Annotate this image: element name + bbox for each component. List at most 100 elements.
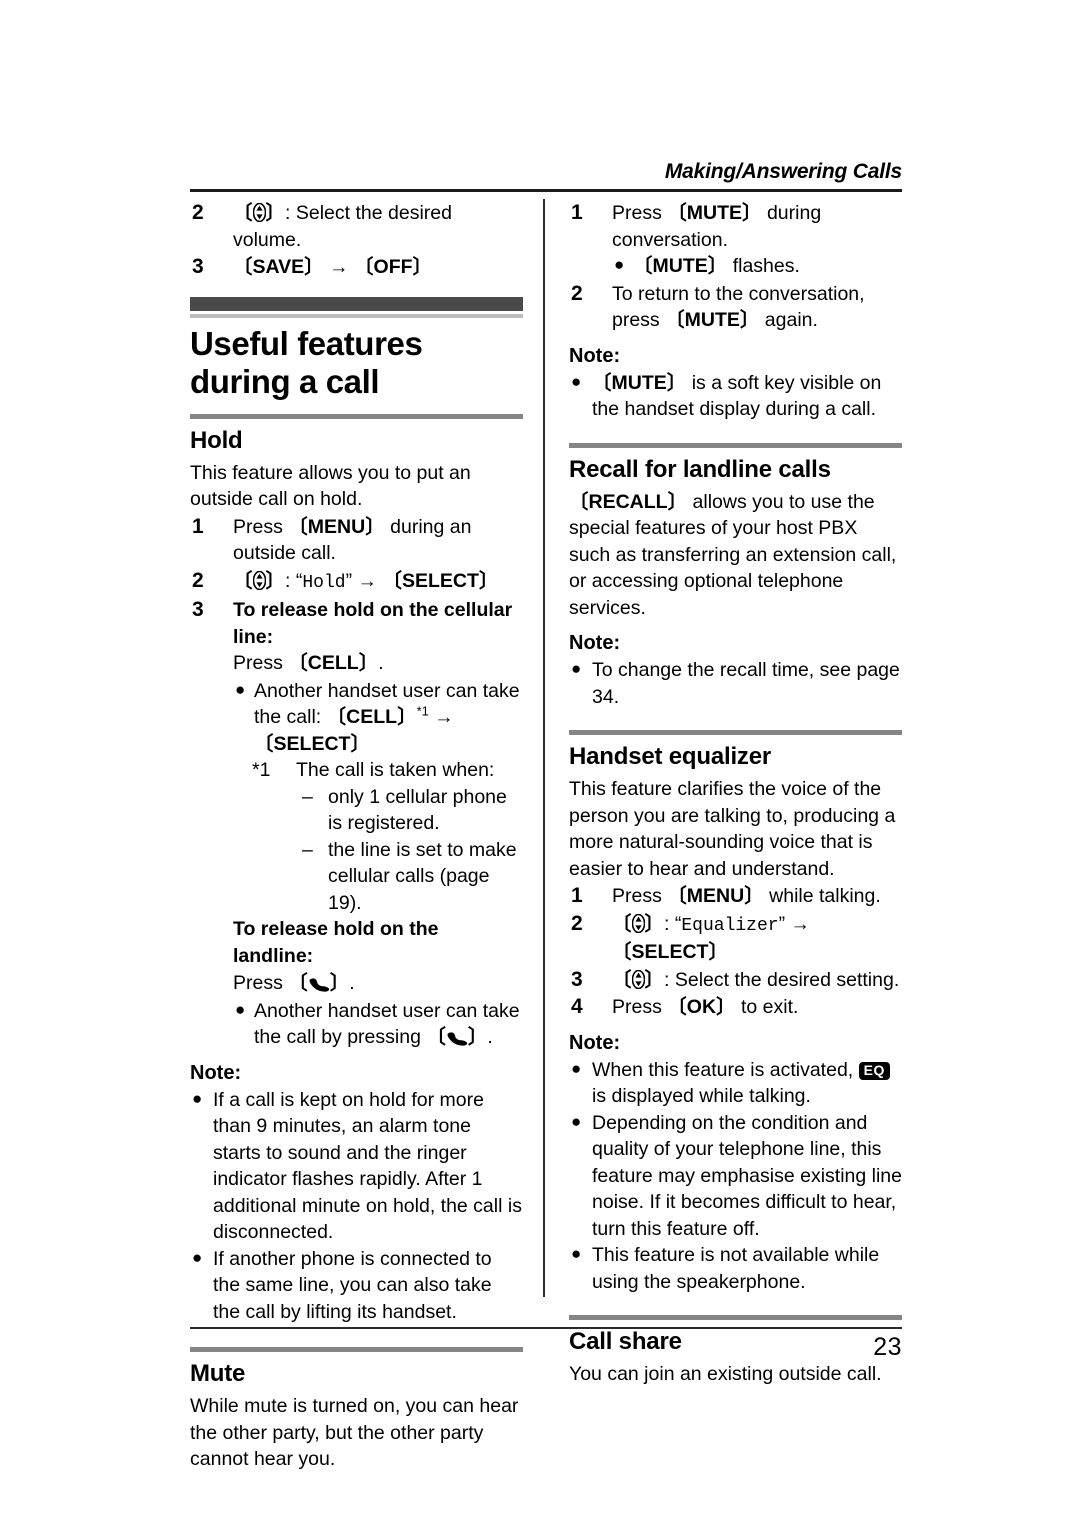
footnote-item-text: the line is set to make cellular calls (… <box>328 838 517 914</box>
mute-step-1: 1 Press 〔MUTE〕 during conversation. <box>569 200 902 253</box>
hold-landline-heading: To release hold on the landline: <box>233 918 439 967</box>
step-text-post: while talking. <box>763 885 881 907</box>
arrow-glyph: → <box>357 569 378 592</box>
talk-key-icon: 〔〕 <box>426 1026 488 1048</box>
mute-step1-bullet: ● 〔MUTE〕 flashes. <box>569 253 902 280</box>
mute-body: While mute is turned on, you can hear th… <box>190 1395 519 1470</box>
step-text-pre: Press <box>612 996 668 1018</box>
bullet-icon: ● <box>571 659 582 678</box>
hold-step-2: 2 〔〕: “Hold” → 〔SELECT〕 <box>192 568 499 593</box>
hold-step3-press-cell: Press 〔CELL〕. <box>190 650 523 677</box>
step-save-off: 3 〔SAVE〕 → 〔OFF〕 <box>190 254 523 281</box>
mute-step-2: 2 To return to the conversation, press 〔… <box>569 281 902 334</box>
hold-step3-heading: To release hold on the cellular line: <box>233 599 513 648</box>
note-text: If a call is kept on hold for more than … <box>213 1088 522 1244</box>
page-body: 2 〔〕: Select the desired volume. 3 〔SAVE… <box>190 199 902 1470</box>
menu-item-hold: Hold <box>302 572 346 593</box>
recall-note-label: Note: <box>569 632 621 654</box>
bullet-period: . <box>487 1026 493 1048</box>
key-mute: 〔MUTE〕 <box>592 371 687 394</box>
press-period: . <box>349 972 355 994</box>
step-text: : Select the desired setting. <box>664 968 900 991</box>
hold-step3-bullet: ● Another handset user can take the call… <box>190 678 523 758</box>
footnote-item: – only 1 cellular phone is registered. <box>302 784 523 837</box>
press-label: Press <box>233 652 289 674</box>
equalizer-note-item: ● This feature is not available while us… <box>569 1242 902 1295</box>
footnote-item-text: only 1 cellular phone is registered. <box>328 785 507 835</box>
bullet-text: flashes. <box>727 255 800 277</box>
hold-landline-bullet: ● Another handset user can take the call… <box>190 998 523 1051</box>
mute-note-label: Note: <box>569 344 621 367</box>
equalizer-intro: This feature clarifies the voice of the … <box>569 778 896 880</box>
footer-rule <box>190 1327 902 1329</box>
step-number: 4 <box>571 995 583 1018</box>
step-number: 1 <box>571 201 583 224</box>
left-column: 2 〔〕: Select the desired volume. 3 〔SAVE… <box>190 199 523 1474</box>
bullet-icon: ● <box>192 1088 203 1108</box>
key-select: 〔SELECT〕 <box>254 732 370 755</box>
hold-step-1: 1 Press 〔MENU〕 during an outside call. <box>190 514 523 567</box>
section-rule-recall <box>569 442 902 448</box>
bullet-icon: ● <box>192 1247 203 1267</box>
bullet-icon: ● <box>235 679 246 699</box>
column-divider <box>543 199 545 1297</box>
key-mute: 〔MUTE〕 <box>633 255 728 277</box>
hold-landline-press: Press 〔〕. <box>190 970 523 997</box>
section-title-hold: Hold <box>190 426 243 454</box>
dash-icon: – <box>302 785 313 808</box>
note-text: This feature is not available while usin… <box>592 1244 880 1293</box>
footnote-text: The call is taken when: <box>296 759 495 781</box>
note-text: To change the recall time, see page 34. <box>592 659 900 708</box>
press-period: . <box>378 652 384 674</box>
hold-intro: This feature allows you to put an outsid… <box>190 461 471 511</box>
chapter-bar-underline <box>190 313 523 318</box>
call-share-body: You can join an existing outside call. <box>569 1363 882 1385</box>
bullet-icon: ● <box>571 1244 582 1263</box>
arrow-glyph: → <box>434 706 454 728</box>
step-text-pre: Press <box>233 515 289 538</box>
bullet-icon: ● <box>571 1111 582 1131</box>
navigator-key-icon: 〔〕 <box>612 912 665 935</box>
key-ok: 〔OK〕 <box>667 996 736 1018</box>
running-header-title: Making/Answering Calls <box>664 160 902 183</box>
header-rule <box>190 189 902 192</box>
step-number: 2 <box>571 281 583 305</box>
key-mute: 〔MUTE〕 <box>665 309 760 331</box>
menu-item-equalizer: Equalizer <box>681 915 779 936</box>
key-menu: 〔MENU〕 <box>667 885 764 907</box>
navigator-key-icon: 〔〕 <box>233 202 286 224</box>
equalizer-note-item: ● When this feature is activated, EQ is … <box>569 1057 902 1110</box>
footnote-marker: *1 <box>252 759 271 781</box>
equalizer-step-3: 3 〔〕: Select the desired setting. <box>569 967 902 994</box>
bullet-icon: ● <box>571 1058 582 1078</box>
equalizer-step-4: 4 Press 〔OK〕 to exit. <box>569 994 902 1021</box>
arrow-glyph: → <box>329 256 349 278</box>
bullet-icon: ● <box>614 255 625 274</box>
eq-indicator-icon: EQ <box>858 1061 890 1080</box>
hold-footnote: *1 The call is taken when: <box>190 757 523 784</box>
footnote-item: – the line is set to make cellular calls… <box>302 837 523 917</box>
recall-note-item: ● To change the recall time, see page 34… <box>569 657 902 710</box>
key-save: 〔SAVE〕 <box>233 256 324 278</box>
step-number: 2 <box>192 201 204 224</box>
step-volume-select: 2 〔〕: Select the desired volume. <box>190 200 523 253</box>
dash-icon: – <box>302 838 313 861</box>
note-text: Depending on the condition and quality o… <box>592 1111 902 1240</box>
hold-note-item: ● If another phone is connected to the s… <box>190 1246 523 1326</box>
footnote-ref: *1 <box>416 703 429 719</box>
page-number: 23 <box>873 1333 902 1361</box>
manual-page: Making/Answering Calls 2 〔〕: Select the … <box>0 0 1080 1538</box>
step-number: 2 <box>571 911 583 935</box>
step-text-pre: Press <box>612 202 668 224</box>
section-title-mute: Mute <box>190 1360 246 1387</box>
bullet-icon: ● <box>571 371 582 391</box>
equalizer-step-1: 1 Press 〔MENU〕 while talking. <box>569 883 902 910</box>
step-text-post: to exit. <box>735 996 799 1018</box>
hold-step-3: 3 To release hold on the cellular line: <box>190 597 523 650</box>
recall-body: 〔RECALL〕 allows you to use the special f… <box>569 489 902 622</box>
step-number: 3 <box>192 598 204 621</box>
press-label: Press <box>233 972 289 994</box>
step-text-post: again. <box>759 309 818 331</box>
section-rule-call-share <box>569 1315 902 1320</box>
right-column: 1 Press 〔MUTE〕 during conversation. ● 〔M… <box>569 199 902 1389</box>
